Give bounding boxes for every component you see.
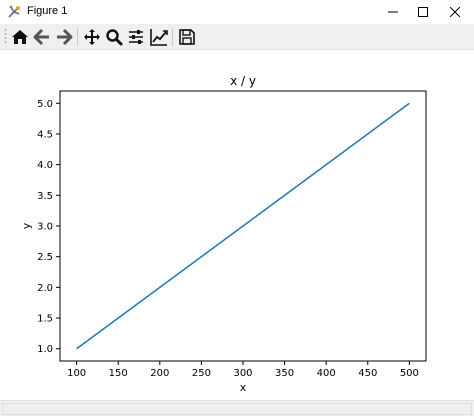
configure-subplots-button[interactable]: [125, 26, 147, 48]
x-tick-label: 500: [400, 368, 419, 379]
maximize-icon: [418, 7, 428, 17]
save-button[interactable]: [176, 26, 198, 48]
home-button[interactable]: [9, 26, 31, 48]
y-tick-label: 4.0: [37, 160, 53, 171]
y-axis-label: y: [20, 222, 33, 229]
line-chart: x / y 100 150 200 250 300 350 400 450 500 1.0 1.5…: [20, 74, 427, 394]
window-titlebar: Figure 1: [0, 0, 474, 24]
y-tick-label: 1.0: [37, 344, 53, 355]
x-tick-label: 200: [150, 368, 169, 379]
pan-move-icon: [84, 29, 100, 45]
forward-button[interactable]: [53, 26, 75, 48]
chart-title: x / y: [230, 74, 256, 88]
toolbar-separator: [77, 28, 78, 46]
zoom-magnifier-icon: [106, 29, 123, 46]
y-tick-label: 2.5: [37, 252, 53, 263]
pan-button[interactable]: [81, 26, 103, 48]
navigation-toolbar: [0, 24, 474, 50]
toolbar-grip: [4, 29, 7, 43]
y-tick-label: 2.0: [37, 283, 53, 294]
x-tick-label: 250: [192, 368, 211, 379]
minimize-icon: [388, 11, 398, 13]
x-axis-label: x: [240, 381, 247, 394]
x-tick-label: 150: [109, 368, 128, 379]
x-tick-label: 100: [67, 368, 86, 379]
maximize-button[interactable]: [408, 0, 438, 24]
y-tick-label: 4.5: [37, 129, 53, 140]
x-tick-label: 350: [275, 368, 294, 379]
zoom-button[interactable]: [103, 26, 125, 48]
save-floppy-icon: [179, 29, 195, 45]
status-message-field: [2, 403, 472, 415]
configure-subplots-icon: [129, 30, 143, 44]
home-icon: [12, 30, 28, 44]
minimize-button[interactable]: [378, 0, 408, 24]
window-title: Figure 1: [27, 5, 68, 17]
x-tick-label: 400: [317, 368, 336, 379]
y-tick-label: 1.5: [37, 314, 53, 325]
forward-arrow-icon: [57, 28, 73, 46]
toolbar-separator: [172, 28, 173, 46]
back-button[interactable]: [31, 26, 53, 48]
y-tick-label: 5.0: [37, 99, 53, 110]
figure-canvas[interactable]: x / y 100 150 200 250 300 350 400 450 500 1.0 1.5…: [0, 50, 474, 400]
x-tick-label: 300: [233, 368, 252, 379]
close-icon: [450, 7, 460, 17]
series-line: [76, 102, 410, 350]
edit-axis-curve-icon: [150, 29, 168, 46]
x-tick-label: 450: [358, 368, 377, 379]
matplotlib-app-icon: [8, 5, 20, 18]
back-arrow-icon: [33, 28, 49, 46]
edit-axis-button[interactable]: [148, 26, 170, 48]
y-tick-label: 3.5: [37, 191, 53, 202]
y-tick-label: 3.0: [37, 222, 53, 233]
close-button[interactable]: [440, 0, 470, 24]
status-bar: [0, 400, 474, 416]
